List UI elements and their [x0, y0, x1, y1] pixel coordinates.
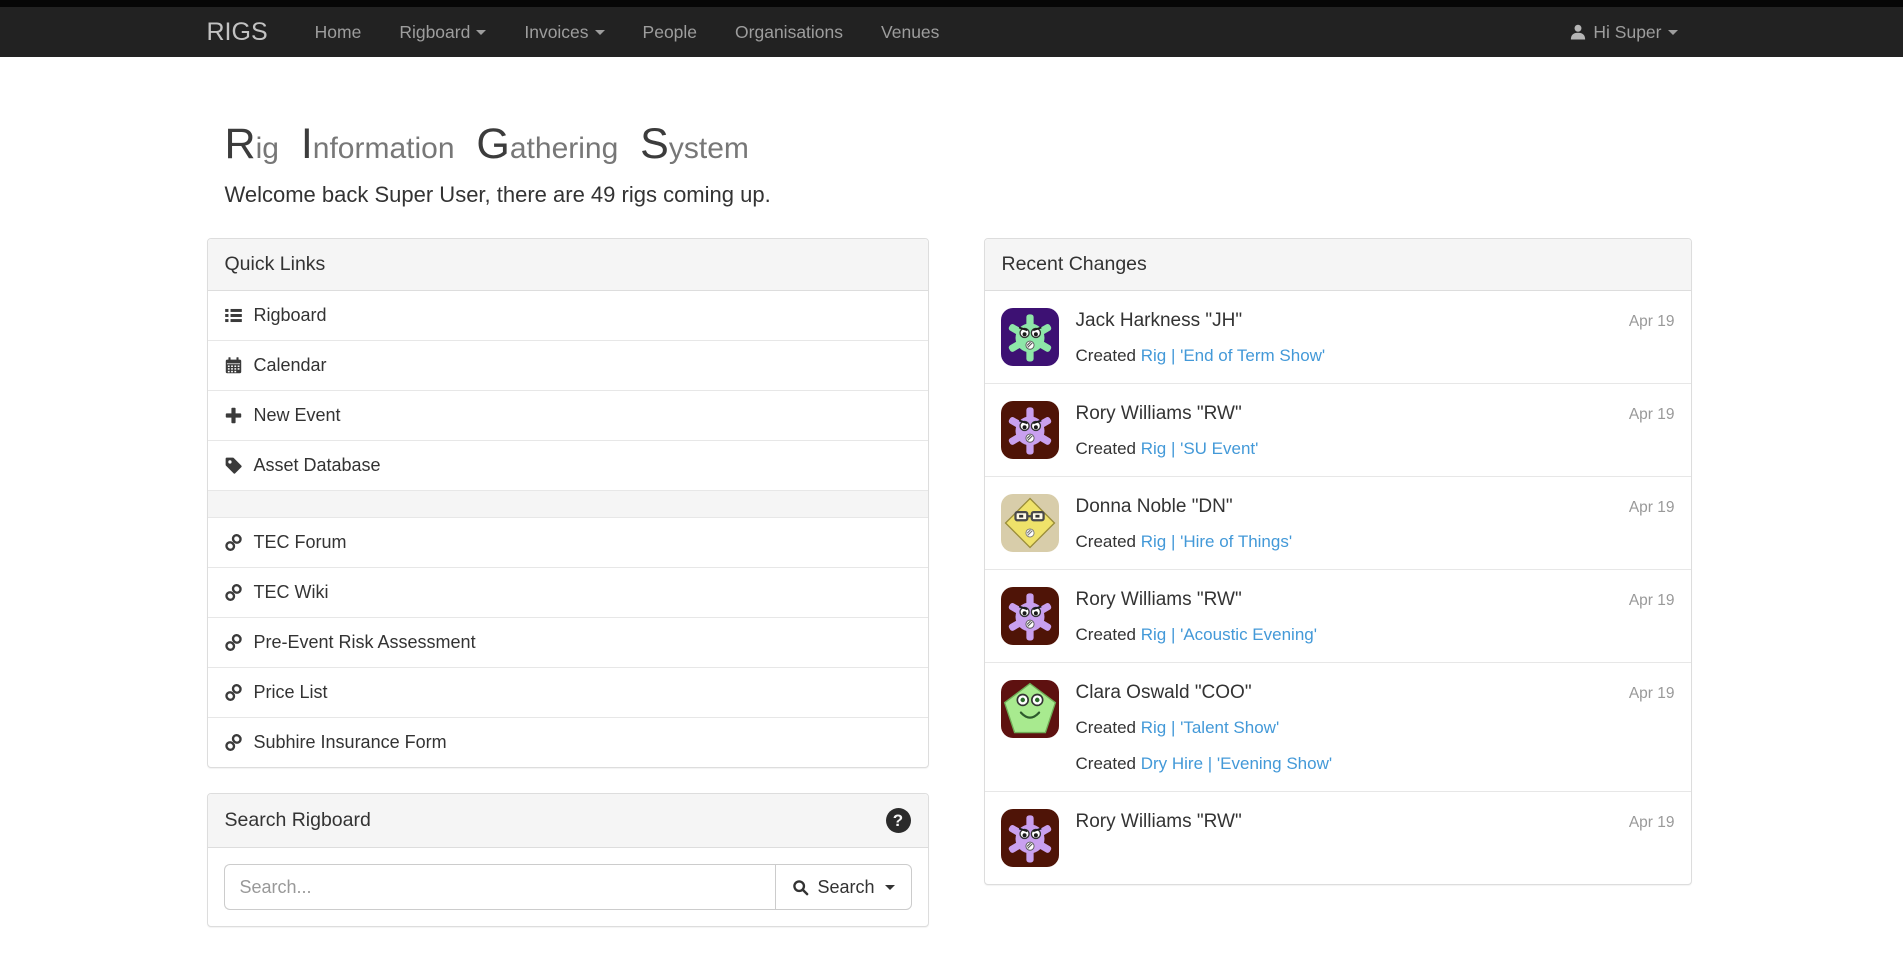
list-icon — [224, 306, 243, 325]
calendar-icon — [224, 356, 243, 375]
nav-item-organisations[interactable]: Organisations — [716, 7, 862, 57]
change-date: Apr 19 — [1629, 814, 1675, 832]
welcome-message: Welcome back Super User, there are 49 ri… — [225, 182, 1697, 208]
chevron-down-icon — [595, 30, 605, 35]
quick-link-pre-event-risk-assessment[interactable]: Pre-Event Risk Assessment — [208, 617, 928, 667]
recent-change-row: Rory Williams "RW" Apr 19 — [985, 791, 1691, 884]
navbar: RIGS Home Rigboard Invoices People Organ… — [0, 7, 1903, 57]
link-icon — [224, 633, 243, 652]
recent-change-row: Rory Williams "RW" Apr 19 Created Rig | … — [985, 569, 1691, 662]
change-date: Apr 19 — [1629, 313, 1675, 331]
person-name: Clara Oswald "COO" — [1076, 682, 1252, 704]
tag-icon — [224, 456, 243, 475]
change-link[interactable]: Rig | 'Acoustic Evening' — [1141, 625, 1317, 644]
person-name: Rory Williams "RW" — [1076, 589, 1242, 611]
plus-icon — [224, 406, 243, 425]
quick-link-new-event[interactable]: New Event — [208, 390, 928, 440]
person-name: Donna Noble "DN" — [1076, 496, 1233, 518]
nav-item-rigboard[interactable]: Rigboard — [380, 7, 505, 57]
recent-change-row: Rory Williams "RW" Apr 19 Created Rig | … — [985, 383, 1691, 476]
user-icon — [1569, 23, 1587, 41]
recent-changes-panel: Recent Changes Jack Harkness "JH" Apr 19 — [984, 238, 1692, 885]
change-date: Apr 19 — [1629, 592, 1675, 610]
search-icon — [792, 879, 809, 896]
avatar — [1001, 809, 1059, 867]
change-date: Apr 19 — [1629, 406, 1675, 424]
recent-change-row: Donna Noble "DN" Apr 19 Created Rig | 'H… — [985, 476, 1691, 569]
avatar — [1001, 401, 1059, 459]
nav-item-people[interactable]: People — [624, 7, 717, 57]
change-link[interactable]: Rig | 'SU Event' — [1141, 439, 1259, 458]
person-name: Jack Harkness "JH" — [1076, 310, 1243, 332]
avatar — [1001, 587, 1059, 645]
change-date: Apr 19 — [1629, 499, 1675, 517]
change-link[interactable]: Rig | 'End of Term Show' — [1141, 346, 1325, 365]
change-link[interactable]: Rig | 'Hire of Things' — [1141, 532, 1292, 551]
avatar — [1001, 308, 1059, 366]
chevron-down-icon — [885, 885, 895, 890]
recent-changes-heading: Recent Changes — [985, 239, 1691, 291]
question-circle-icon[interactable]: ? — [886, 808, 911, 833]
quick-link-tec-wiki[interactable]: TEC Wiki — [208, 567, 928, 617]
quick-link-rigboard[interactable]: Rigboard — [208, 291, 928, 340]
link-icon — [224, 733, 243, 752]
chevron-down-icon — [1668, 30, 1678, 35]
quick-links-heading: Quick Links — [208, 239, 928, 291]
link-icon — [224, 683, 243, 702]
brand-logo[interactable]: RIGS — [207, 18, 296, 47]
nav-item-home[interactable]: Home — [296, 7, 381, 57]
user-menu[interactable]: Hi Super — [1550, 7, 1696, 57]
quick-links-panel: Quick Links Rigboard Calendar — [207, 238, 929, 768]
person-name: Rory Williams "RW" — [1076, 811, 1242, 833]
chevron-down-icon — [476, 30, 486, 35]
change-link[interactable]: Dry Hire | 'Evening Show' — [1141, 754, 1332, 773]
quick-link-asset-database[interactable]: Asset Database — [208, 440, 928, 490]
search-input[interactable] — [224, 864, 776, 910]
window-top-edge — [0, 0, 1903, 7]
link-icon — [224, 533, 243, 552]
avatar — [1001, 494, 1059, 552]
nav-item-venues[interactable]: Venues — [862, 7, 958, 57]
quick-link-subhire-insurance-form[interactable]: Subhire Insurance Form — [208, 717, 928, 767]
change-link[interactable]: Rig | 'Talent Show' — [1141, 718, 1279, 737]
search-rigboard-panel: Search Rigboard ? Search — [207, 793, 929, 927]
link-icon — [224, 583, 243, 602]
page-title: Rig Information Gathering System — [225, 123, 1697, 166]
recent-change-row: Clara Oswald "COO" Apr 19 Created Rig | … — [985, 662, 1691, 791]
quick-link-tec-forum[interactable]: TEC Forum — [208, 517, 928, 567]
quick-link-price-list[interactable]: Price List — [208, 667, 928, 717]
nav-item-invoices[interactable]: Invoices — [505, 7, 623, 57]
search-button[interactable]: Search — [775, 864, 911, 910]
avatar — [1001, 680, 1059, 738]
quick-link-calendar[interactable]: Calendar — [208, 340, 928, 390]
recent-change-row: Jack Harkness "JH" Apr 19 Created Rig | … — [985, 291, 1691, 383]
quick-links-separator — [208, 490, 928, 517]
change-date: Apr 19 — [1629, 685, 1675, 703]
search-rigboard-heading: Search Rigboard ? — [208, 794, 928, 848]
person-name: Rory Williams "RW" — [1076, 403, 1242, 425]
